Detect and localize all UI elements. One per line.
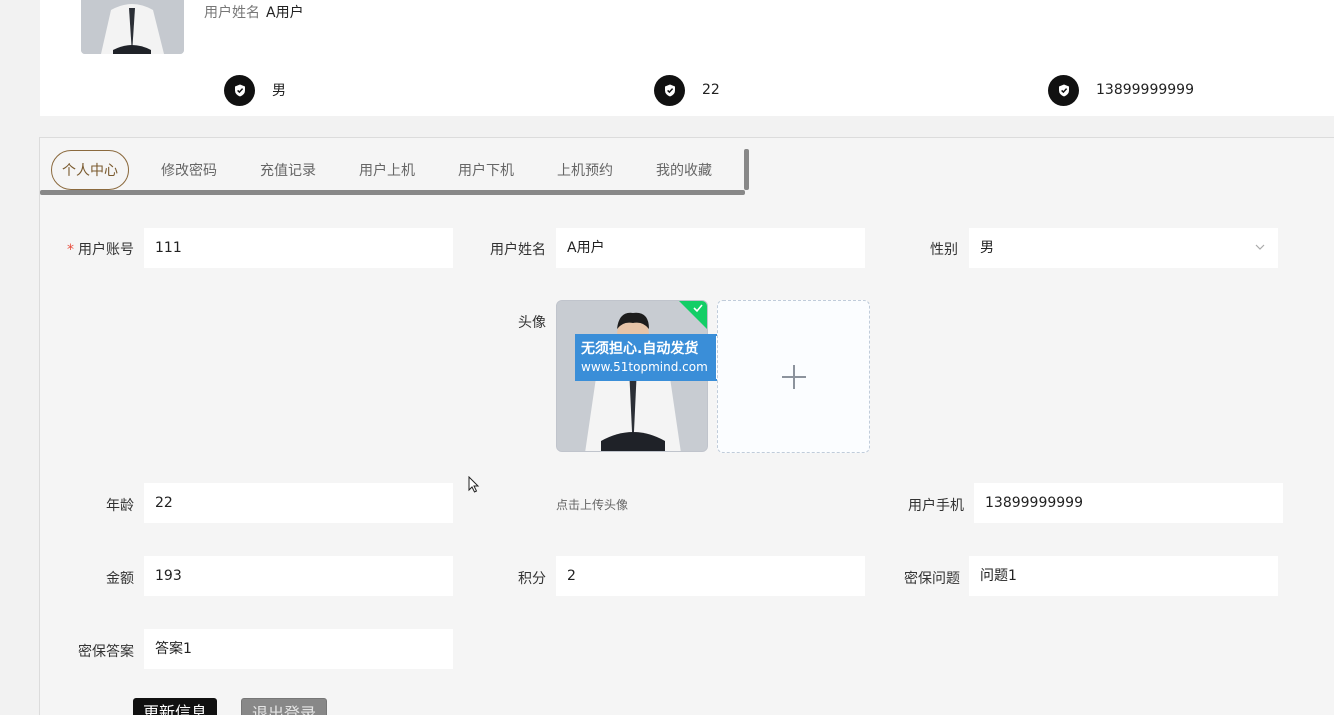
security-answer-label: 密保答案	[78, 644, 134, 660]
balance-label: 金额	[106, 571, 134, 587]
user-center-panel: 个人中心 修改密码 充值记录 用户上机 用户下机 上机预约 我的收藏 * 用户账号…	[39, 137, 1334, 715]
profile-name-value: A用户	[266, 5, 304, 21]
security-question-input[interactable]: 问题1	[969, 556, 1278, 596]
age-label: 年龄	[106, 498, 134, 514]
shield-icon	[1048, 74, 1079, 106]
profile-name-label: 用户姓名	[204, 5, 260, 21]
profile-card: 用户姓名 A用户 男 22 13899999999	[40, 0, 1334, 116]
gender-select[interactable]: 男	[969, 228, 1278, 268]
profile-gender-value: 男	[272, 83, 286, 99]
avatar-upload-tip: 点击上传头像	[556, 498, 629, 512]
phone-input[interactable]: 13899999999	[974, 483, 1283, 523]
tab-recharge-records[interactable]: 充值记录	[249, 150, 327, 190]
profile-phone-value: 13899999999	[1096, 82, 1194, 98]
profile-name-line: 用户姓名 A用户	[204, 2, 304, 22]
gender-label: 性别	[930, 242, 958, 258]
mouse-cursor-icon	[468, 476, 480, 493]
points-input[interactable]: 2	[556, 556, 865, 596]
tab-personal-center[interactable]: 个人中心	[51, 150, 129, 190]
required-mark: *	[67, 242, 74, 258]
tab-list: 个人中心 修改密码 充值记录 用户上机 用户下机 上机预约 我的收藏	[51, 149, 744, 191]
points-label: 积分	[518, 571, 546, 587]
profile-avatar	[81, 0, 184, 54]
balance-input[interactable]: 193	[144, 556, 453, 596]
update-info-button[interactable]: 更新信息	[133, 698, 218, 715]
account-label: * 用户账号	[67, 242, 134, 258]
tab-reservation[interactable]: 上机预约	[546, 150, 624, 190]
chevron-down-icon	[1255, 244, 1265, 250]
age-input[interactable]: 22	[144, 483, 453, 523]
security-question-label: 密保问题	[904, 571, 960, 587]
avatar-upload-button[interactable]	[717, 300, 870, 453]
phone-label: 用户手机	[908, 498, 964, 514]
shield-icon	[224, 74, 255, 106]
tab-user-login[interactable]: 用户上机	[348, 150, 426, 190]
gender-select-value: 男	[980, 240, 994, 256]
profile-phone: 13899999999	[1048, 74, 1194, 106]
account-input[interactable]: 111	[144, 228, 453, 268]
name-label: 用户姓名	[490, 242, 546, 258]
plus-icon	[781, 364, 806, 389]
watermark-line2: www.51topmind.com	[581, 359, 708, 374]
avatar-label: 头像	[518, 315, 546, 331]
security-answer-input[interactable]: 答案1	[144, 629, 453, 669]
shield-icon	[654, 74, 685, 106]
watermark-line1: 无须担心.自动发货	[581, 340, 699, 357]
tab-favorites[interactable]: 我的收藏	[645, 150, 723, 190]
logout-button[interactable]: 退出登录	[241, 698, 328, 715]
profile-age: 22	[654, 74, 720, 106]
profile-gender: 男	[224, 74, 286, 106]
name-input[interactable]: A用户	[556, 228, 865, 268]
tab-scrollbar-track[interactable]	[40, 190, 745, 195]
profile-age-value: 22	[702, 82, 720, 98]
tab-user-logoff[interactable]: 用户下机	[447, 150, 525, 190]
check-icon	[693, 304, 703, 313]
tab-change-password[interactable]: 修改密码	[150, 150, 228, 190]
tab-scrollbar-handle[interactable]	[744, 149, 749, 190]
